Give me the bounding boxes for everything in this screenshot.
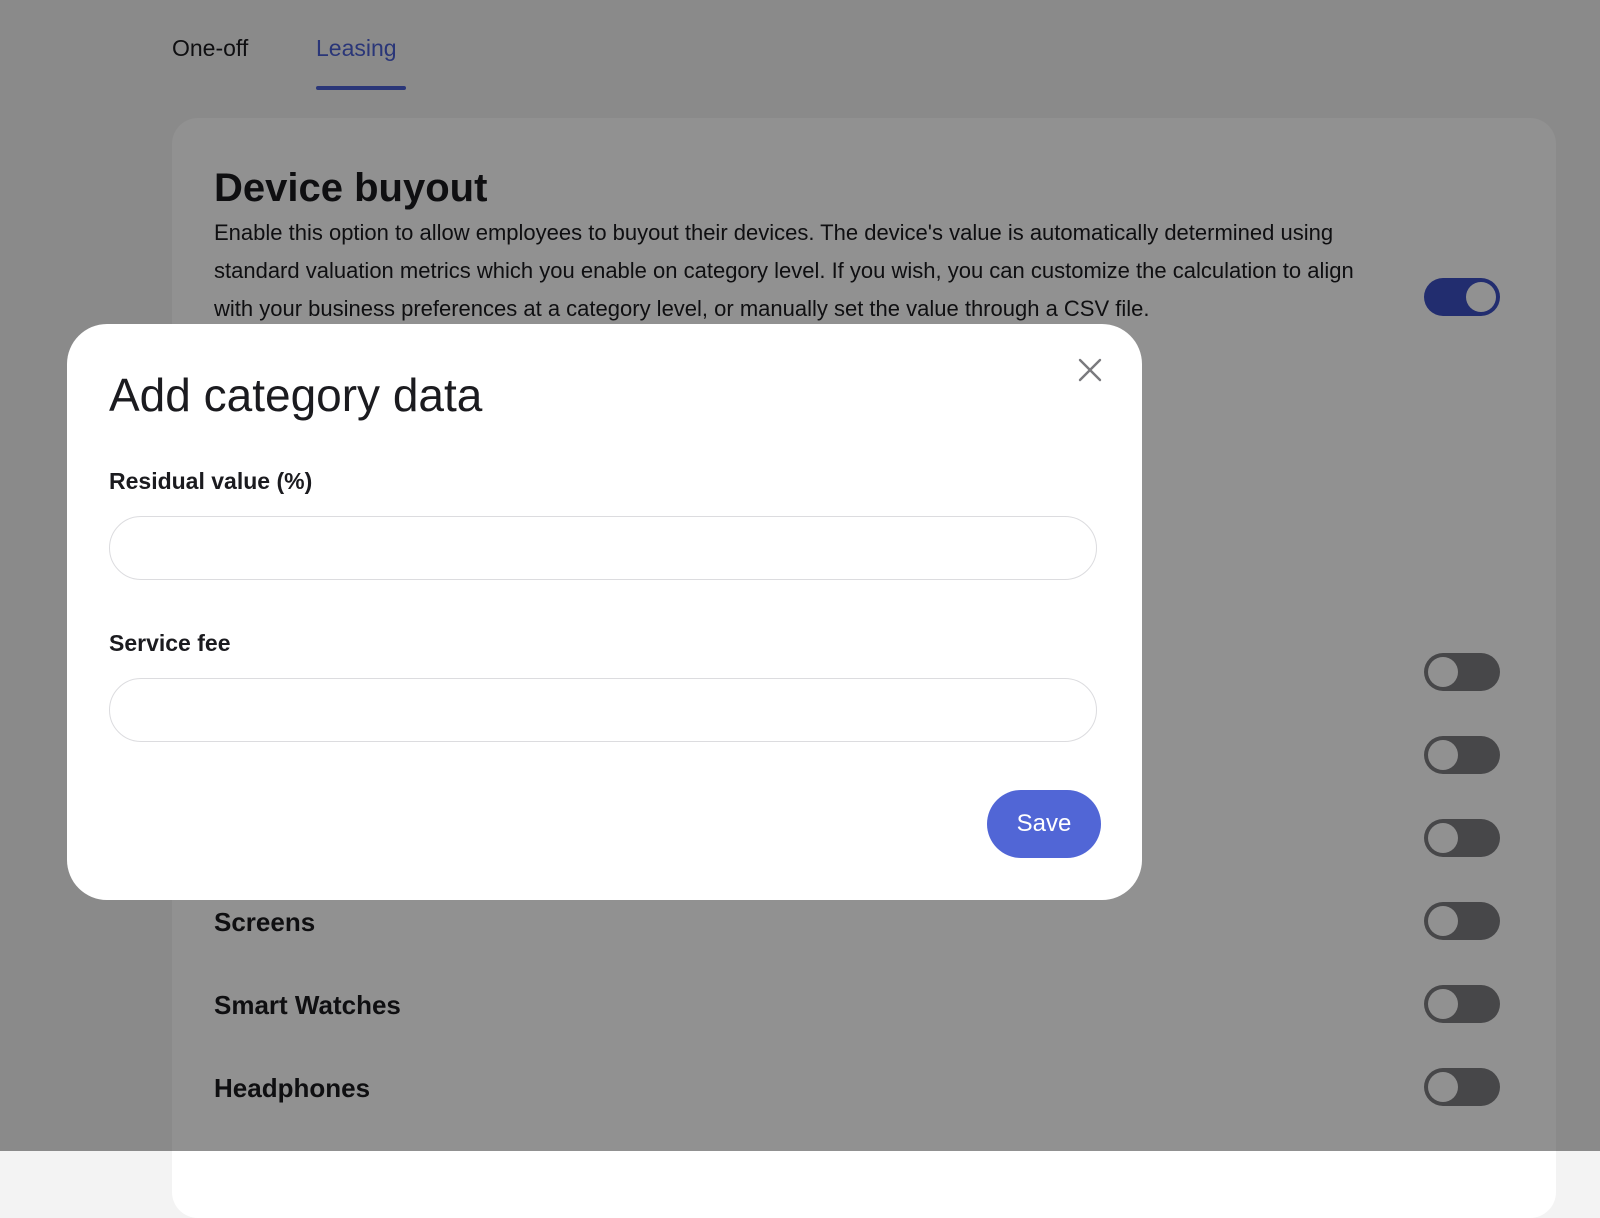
service-fee-input[interactable]: [109, 678, 1097, 742]
close-button[interactable]: [1073, 353, 1107, 387]
service-fee-label: Service fee: [109, 630, 231, 656]
close-icon: [1078, 358, 1102, 382]
save-button[interactable]: Save: [987, 790, 1101, 858]
modal-title: Add category data: [109, 369, 483, 421]
residual-value-label: Residual value (%): [109, 468, 313, 494]
add-category-data-modal: Add category data Residual value (%) Ser…: [67, 324, 1142, 900]
residual-value-input[interactable]: [109, 516, 1097, 580]
